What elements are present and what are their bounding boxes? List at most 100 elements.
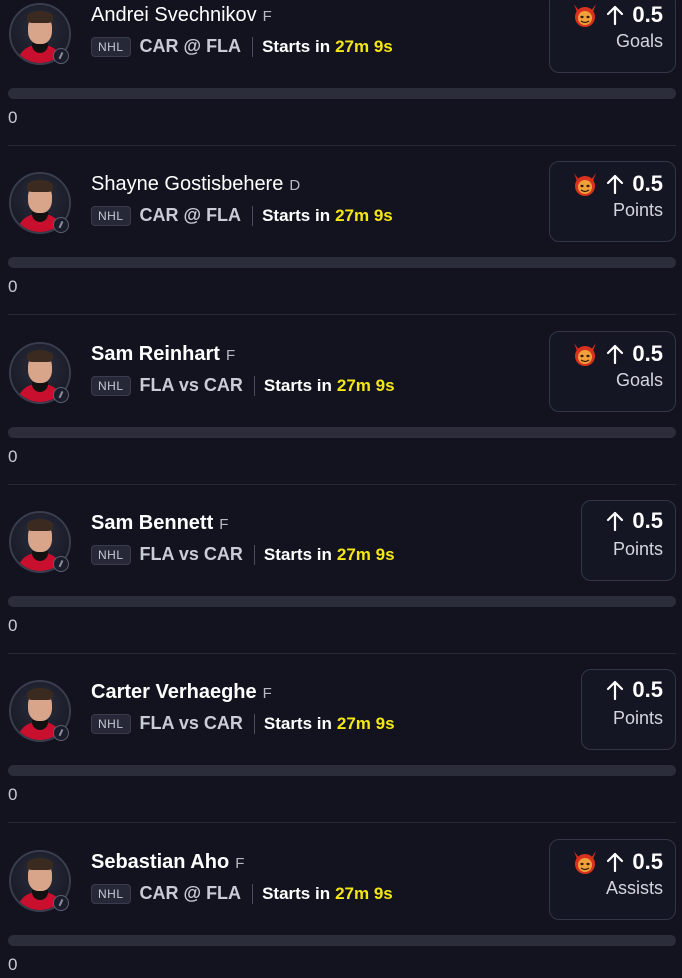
starts-countdown: 27m 9s — [335, 36, 393, 56]
demon-icon — [570, 0, 600, 30]
projection-stat: Goals — [615, 370, 663, 390]
arrow-up-icon — [606, 343, 624, 365]
pick-card[interactable]: Andrei Svechnikov F NHL CAR @ FLA Starts… — [0, 0, 682, 146]
player-position: F — [262, 685, 272, 702]
player-name-row: Sebastian Aho F — [91, 851, 244, 874]
pick-card[interactable]: Carter Verhaeghe F NHL FLA vs CAR Starts… — [0, 647, 682, 823]
starts-countdown: 27m 9s — [336, 375, 395, 395]
game-meta-row: NHL CAR @ FLA Starts in 27m 9s — [91, 205, 393, 226]
progress-bar — [8, 257, 676, 268]
arrow-up-icon — [606, 510, 624, 532]
player-name-row: Shayne Gostisbehere D — [91, 173, 300, 196]
meta-divider — [252, 205, 254, 226]
starts-label: Starts in — [263, 544, 332, 564]
pick-card[interactable]: Shayne Gostisbehere D NHL CAR @ FLA Star… — [0, 139, 682, 315]
meta-divider — [253, 375, 255, 396]
player-name: Sam Reinhart — [91, 343, 220, 365]
league-badge: NHL — [91, 883, 131, 904]
projection-line: 0.5 — [632, 677, 663, 702]
player-name-row: Sam Reinhart F — [91, 343, 235, 366]
game-meta-row: NHL FLA vs CAR Starts in 27m 9s — [91, 544, 395, 565]
player-position: F — [235, 855, 245, 872]
starts-label: Starts in — [263, 713, 332, 733]
game-meta-row: NHL CAR @ FLA Starts in 27m 9s — [91, 883, 393, 904]
league-badge: NHL — [91, 36, 131, 57]
demon-icon — [570, 847, 600, 877]
projection-stat: Goals — [615, 31, 663, 51]
player-name: Andrei Svechnikov — [91, 4, 257, 26]
starts-countdown: 27m 9s — [336, 544, 395, 564]
starts-label: Starts in — [262, 36, 331, 56]
progress-bar — [8, 427, 676, 438]
league-badge: NHL — [91, 375, 131, 396]
progress-count: 0 — [8, 785, 18, 804]
player-position: F — [219, 516, 229, 533]
progress-bar — [8, 765, 676, 776]
player-name-row: Andrei Svechnikov F — [91, 4, 272, 27]
projection-button[interactable]: 0.5 Points — [549, 161, 676, 242]
projection-line: 0.5 — [632, 2, 663, 27]
game-status-icon — [53, 48, 69, 64]
progress-count: 0 — [8, 955, 18, 974]
player-name-row: Carter Verhaeghe F — [91, 681, 272, 704]
starts-label: Starts in — [262, 205, 331, 225]
matchup: CAR @ FLA — [139, 36, 242, 56]
projection-button[interactable]: 0.5 Points — [581, 669, 676, 750]
game-meta-row: NHL FLA vs CAR Starts in 27m 9s — [91, 713, 395, 734]
starts-countdown: 27m 9s — [335, 205, 393, 225]
meta-divider — [253, 544, 255, 565]
projection-line: 0.5 — [632, 171, 663, 196]
projection-button[interactable]: 0.5 Points — [581, 500, 676, 581]
league-badge: NHL — [91, 544, 131, 565]
projection-line: 0.5 — [632, 341, 663, 366]
projection-stat: Assists — [605, 878, 663, 898]
game-status-icon — [53, 725, 69, 741]
matchup: FLA vs CAR — [139, 544, 243, 564]
starts-countdown: 27m 9s — [336, 713, 395, 733]
starts-label: Starts in — [262, 883, 331, 903]
player-name: Sam Bennett — [91, 512, 214, 534]
meta-divider — [252, 36, 254, 57]
game-status-icon — [53, 217, 69, 233]
player-position: D — [289, 177, 301, 194]
game-meta-row: NHL FLA vs CAR Starts in 27m 9s — [91, 375, 395, 396]
progress-count: 0 — [8, 447, 18, 466]
matchup: FLA vs CAR — [139, 713, 243, 733]
starts-countdown: 27m 9s — [335, 883, 393, 903]
arrow-up-icon — [606, 173, 624, 195]
arrow-up-icon — [606, 4, 624, 26]
pick-card[interactable]: Sebastian Aho F NHL CAR @ FLA Starts in … — [0, 817, 682, 978]
meta-divider — [252, 883, 254, 904]
matchup: CAR @ FLA — [139, 883, 242, 903]
game-status-icon — [53, 556, 69, 572]
pick-card[interactable]: Sam Reinhart F NHL FLA vs CAR Starts in … — [0, 309, 682, 485]
projection-line: 0.5 — [632, 508, 663, 533]
pick-list: Andrei Svechnikov F NHL CAR @ FLA Starts… — [0, 0, 682, 978]
arrow-up-icon — [606, 851, 624, 873]
progress-bar — [8, 935, 676, 946]
player-position: F — [262, 8, 272, 25]
projection-stat: Points — [612, 200, 663, 220]
arrow-up-icon — [606, 679, 624, 701]
pick-card[interactable]: Sam Bennett F NHL FLA vs CAR Starts in 2… — [0, 478, 682, 654]
player-name-row: Sam Bennett F — [91, 512, 228, 535]
projection-button[interactable]: 0.5 Goals — [549, 331, 676, 412]
game-status-icon — [53, 895, 69, 911]
progress-count: 0 — [8, 616, 18, 635]
game-status-icon — [53, 387, 69, 403]
projection-button[interactable]: 0.5 Goals — [549, 0, 676, 73]
demon-icon — [570, 169, 600, 199]
player-position: F — [225, 347, 236, 364]
progress-bar — [8, 596, 676, 607]
projection-button[interactable]: 0.5 Assists — [549, 839, 676, 920]
player-name: Sebastian Aho — [91, 851, 230, 873]
matchup: FLA vs CAR — [139, 375, 243, 395]
player-name: Shayne Gostisbehere — [91, 173, 284, 195]
game-meta-row: NHL CAR @ FLA Starts in 27m 9s — [91, 36, 393, 57]
league-badge: NHL — [91, 205, 131, 226]
starts-label: Starts in — [263, 375, 332, 395]
projection-line: 0.5 — [632, 849, 663, 874]
progress-count: 0 — [8, 277, 18, 296]
matchup: CAR @ FLA — [139, 205, 242, 225]
progress-bar — [8, 88, 676, 99]
